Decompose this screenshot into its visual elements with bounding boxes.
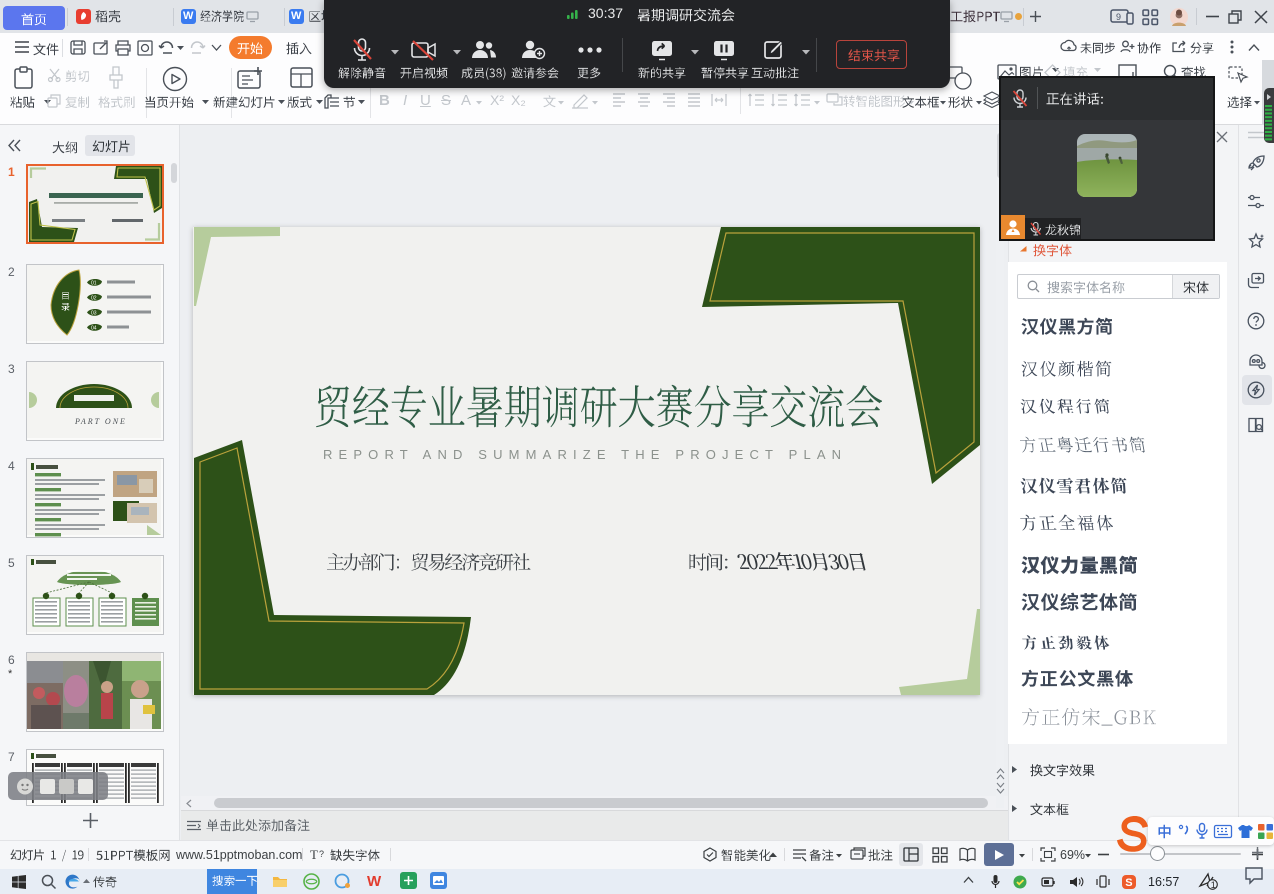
svg-text:?: ? bbox=[319, 849, 324, 859]
svg-text:PART ONE: PART ONE bbox=[74, 417, 127, 426]
svg-text:02: 02 bbox=[91, 296, 97, 302]
svg-text:9: 9 bbox=[1116, 12, 1121, 22]
svg-text:1: 1 bbox=[1211, 880, 1216, 890]
svg-text:03: 03 bbox=[91, 311, 97, 317]
svg-text:01: 01 bbox=[91, 281, 97, 287]
svg-text:S: S bbox=[1125, 877, 1132, 889]
svg-text:04: 04 bbox=[91, 326, 97, 332]
svg-text:T: T bbox=[310, 847, 318, 862]
